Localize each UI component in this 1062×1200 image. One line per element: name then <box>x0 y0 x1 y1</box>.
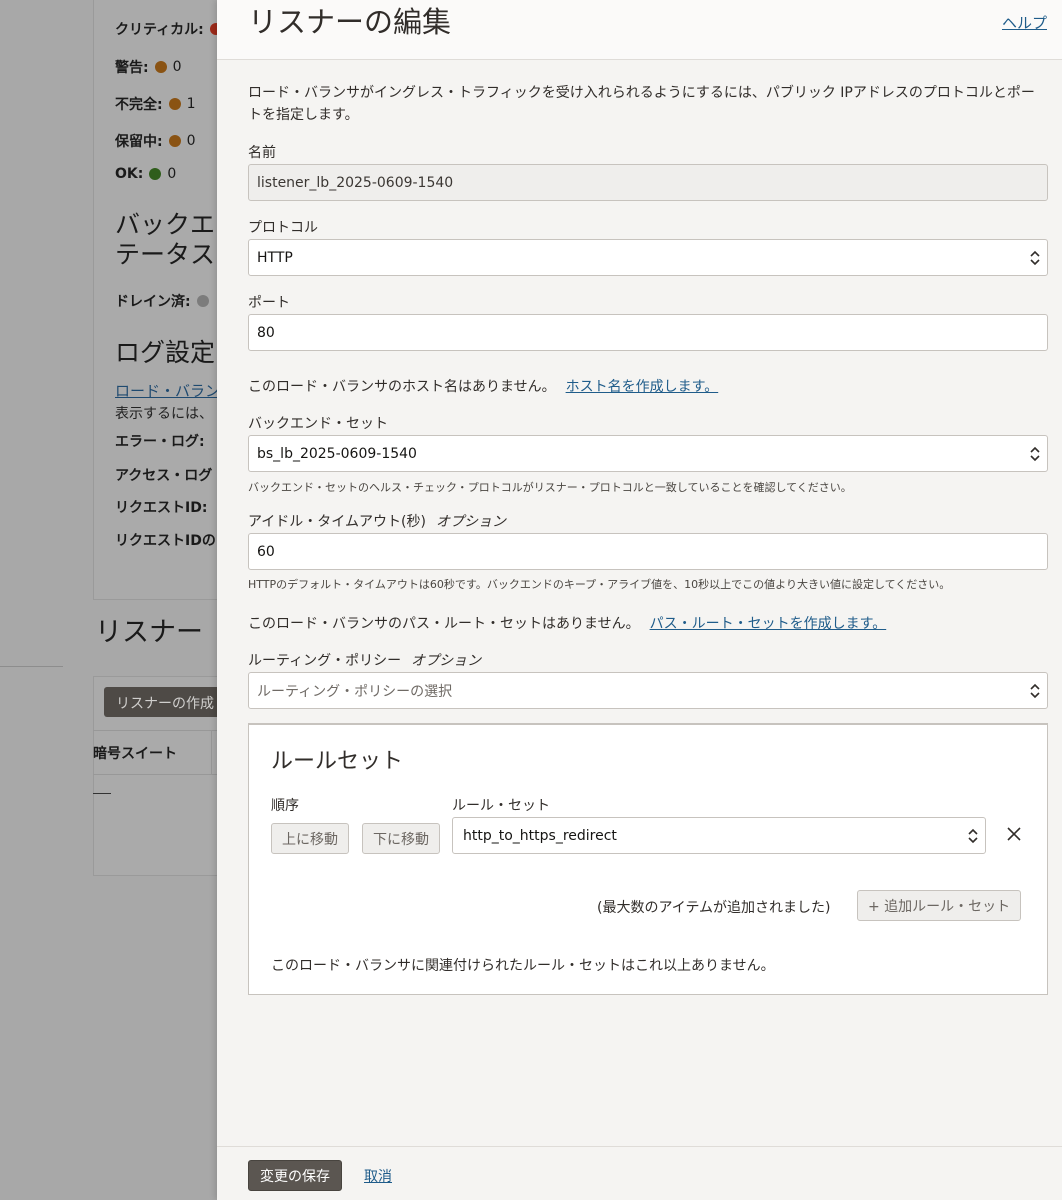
help-link[interactable]: ヘルプ <box>1002 12 1047 33</box>
order-label: 順序 <box>271 798 299 814</box>
optional-tag: オプション <box>435 514 506 530</box>
close-icon[interactable] <box>1005 825 1023 843</box>
hostname-note: このロード・バランサのホスト名はありません。 ホスト名を作成します。 <box>248 379 719 395</box>
create-hostname-link[interactable]: ホスト名を作成します。 <box>566 379 719 395</box>
create-path-route-link[interactable]: パス・ルート・セットを作成します。 <box>650 616 887 632</box>
add-rule-set-button[interactable]: + 追加ルール・セット <box>857 890 1022 921</box>
ruleset-section: ルールセット 順序 ルール・セット 上に移動 下に移動 http_to_http… <box>248 723 1048 995</box>
name-field: listener_lb_2025-0609-1540 <box>248 164 1048 201</box>
port-input[interactable]: 80 <box>248 314 1048 351</box>
rule-set-select[interactable]: http_to_https_redirect <box>452 817 986 854</box>
chevron-up-down-icon <box>1030 446 1040 462</box>
move-down-button[interactable]: 下に移動 <box>362 823 440 854</box>
idle-timeout-input[interactable]: 60 <box>248 533 1048 570</box>
move-up-button[interactable]: 上に移動 <box>271 823 349 854</box>
status-ok: OK: 0 <box>115 166 177 182</box>
rule-set-label: ルール・セット <box>452 798 550 814</box>
edit-listener-panel: リスナーの編集 ヘルプ ロード・バランサがイングレス・トラフィックを受け入れられ… <box>217 0 1062 1200</box>
backend-set-select[interactable]: bs_lb_2025-0609-1540 <box>248 435 1048 472</box>
status-incomplete: 不完全: 1 <box>115 96 196 113</box>
idle-timeout-label: アイドル・タイムアウト(秒) オプション <box>248 514 506 530</box>
chevron-up-down-icon <box>1030 683 1040 699</box>
status-dot-icon <box>168 135 181 147</box>
save-changes-button[interactable]: 変更の保存 <box>248 1160 342 1191</box>
log-text: 表示するには、 <box>115 406 213 422</box>
table-header: 暗号スイート <box>93 730 223 775</box>
idle-timeout-hint: HTTPのデフォルト・タイムアウトは60秒です。バックエンドのキープ・アライブ値… <box>248 578 951 591</box>
protocol-label: プロトコル <box>248 220 318 236</box>
protocol-select[interactable]: HTTP <box>248 239 1048 276</box>
chevron-up-down-icon <box>968 828 978 844</box>
path-route-note: このロード・バランサのパス・ルート・セットはありません。 パス・ルート・セットを作… <box>248 616 887 632</box>
status-dot-icon <box>154 61 167 73</box>
panel-footer: 変更の保存 取消 <box>217 1146 1062 1200</box>
cancel-link[interactable]: 取消 <box>364 1166 392 1186</box>
create-listener-button[interactable]: リスナーの作成 <box>104 687 224 717</box>
status-dot-icon <box>168 98 181 110</box>
panel-title: リスナーの編集 <box>248 5 452 39</box>
error-log-label: エラー・ログ: <box>115 434 205 450</box>
listener-heading: リスナー <box>95 617 203 648</box>
status-critical: クリティカル: <box>115 19 222 39</box>
intro-text: ロード・バランサがイングレス・トラフィックを受け入れられるようにするには、パブリ… <box>248 85 1035 123</box>
status-dot-icon <box>149 168 162 180</box>
routing-policy-label: ルーティング・ポリシー オプション <box>248 653 482 669</box>
divider <box>0 666 63 667</box>
name-label: 名前 <box>248 145 276 161</box>
max-items-note: (最大数のアイテムが追加されました) <box>597 900 831 916</box>
empty-cell-dash <box>93 793 111 794</box>
routing-policy-select[interactable]: ルーティング・ポリシーの選択 <box>248 672 1048 709</box>
log-link[interactable]: ロード・バラン <box>115 380 220 401</box>
backend-set-hint: バックエンド・セットのヘルス・チェック・プロトコルがリスナー・プロトコルと一致し… <box>248 481 852 494</box>
backend-set-label: バックエンド・セット <box>248 416 388 432</box>
column-separator <box>211 731 212 775</box>
request-id-label-2: リクエストIDの <box>115 533 216 549</box>
port-label: ポート <box>248 295 290 311</box>
access-log-label: アクセス・ログ <box>115 468 213 484</box>
chevron-up-down-icon <box>1030 250 1040 266</box>
no-more-rule-sets-note: このロード・バランサに関連付けられたルール・セットはこれ以上ありません。 <box>271 958 775 974</box>
optional-tag: オプション <box>411 653 482 669</box>
status-dot-icon <box>196 295 209 307</box>
log-heading: ログ設定 <box>115 338 216 367</box>
request-id-label: リクエストID: <box>115 500 208 516</box>
status-drained: ドレイン済: <box>115 291 209 311</box>
status-warning: 警告: 0 <box>115 59 182 76</box>
backend-status-heading: バックエ テータス <box>115 210 216 269</box>
panel-header: リスナーの編集 ヘルプ <box>217 0 1062 60</box>
status-pending: 保留中: 0 <box>115 133 196 150</box>
ruleset-title: ルールセット <box>271 749 404 774</box>
